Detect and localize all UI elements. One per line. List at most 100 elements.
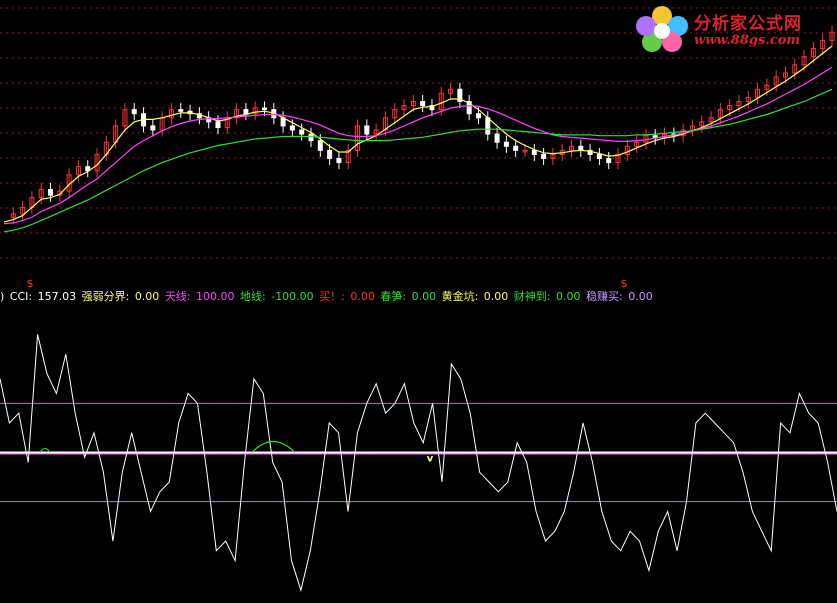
candle-body [578,145,584,151]
candle [448,82,454,100]
candle [364,119,370,141]
candle [615,147,621,170]
legend-upper-label: 天线: [164,290,195,303]
candle [345,143,351,170]
candle [457,82,463,108]
ma-long-line [3,66,833,225]
candle [178,103,184,118]
candle [494,127,500,149]
legend-pit-value: 0.00 [483,290,509,303]
candle [503,135,509,153]
candle [606,152,612,170]
legend-buy-value: 0.00 [350,290,375,303]
candle [773,70,779,92]
candle-body [131,109,137,115]
candle [355,119,361,157]
site-logo: 分析家公式网 www.88gs.com [632,2,837,54]
candle [513,139,519,157]
legend-buy-label: 买！: [319,290,349,303]
candle-body [420,100,426,107]
legend-upper-value: 100.00 [196,290,235,303]
candle [10,207,16,224]
candle [689,119,695,137]
legend-boundary-label: 强弱分界: [81,290,133,303]
candle-body [596,153,602,160]
candle [234,103,240,125]
candle-body [308,133,314,142]
candle-body [289,125,295,131]
candle [20,200,26,221]
candle [206,111,212,129]
ma-longest-line [3,88,833,233]
candle [252,101,258,121]
legend-steady-label: 稳赚买: [586,290,627,303]
legend-lower-value: -100.00 [271,290,314,303]
cci-panel [0,334,837,593]
legend-spring-label: 春笋: [380,290,410,303]
legend-wealth-value: 0.00 [556,290,581,303]
candle [634,135,640,153]
candle-body [513,145,519,151]
spring-signal-arc [251,440,296,453]
candle-body [494,133,500,143]
candle-body [243,109,249,115]
candle-body [215,121,221,129]
candle [150,119,156,137]
candle [420,94,426,113]
legend-cci-value: 157.03 [37,290,77,303]
candle-body [485,117,491,135]
flower-logo-icon [636,6,688,52]
candle [578,139,584,157]
candle [131,103,137,121]
moving-average-lines [3,45,833,233]
candle [652,129,658,145]
candle-body [178,109,184,112]
candle [373,123,379,141]
candle [745,90,751,108]
candle [755,82,761,104]
legend-lower-label: 地线: [240,290,270,303]
candle [299,123,305,141]
candle-body [299,129,305,135]
candle-body [503,141,509,147]
candle-body [475,113,481,119]
candle [168,103,174,125]
candle [308,127,314,148]
candle [336,152,342,170]
candle [596,147,602,166]
candle-body [531,149,537,155]
legend-prefix: ) [0,290,5,303]
legend-cci-label: CCI: [9,290,36,303]
pit-signal-marker: v [427,454,434,465]
candle-body [48,188,54,196]
candle [569,139,575,157]
candle [485,111,491,141]
candle [29,191,35,214]
legend-steady-value: 0.00 [628,290,653,303]
chart-stage: $ $ v 分析家公式网 www.88gs.com ) CCI: 157.03 强弱… [0,0,837,603]
candle [103,135,109,161]
legend-spring-value: 0.00 [411,290,437,303]
candle-body [541,153,547,160]
candle [466,94,472,121]
candle-body [606,158,612,164]
candle-body [327,149,333,160]
candle [717,103,723,125]
candle [224,111,230,135]
candle-body [261,107,267,111]
candle [85,160,91,178]
candlestick-series [10,25,835,224]
candle-body [336,158,342,164]
candle [48,182,54,202]
cci-line [0,334,837,593]
legend-boundary-value: 0.00 [134,290,160,303]
candle [541,147,547,166]
candle [280,111,286,133]
logo-url: www.88gs.com [694,33,801,48]
candle-body [150,125,156,131]
indicator-legend: ) CCI: 157.03 强弱分界: 0.00 天线: 100.00 地线: … [0,289,655,305]
candle [243,103,249,121]
legend-pit-label: 黄金坑: [441,290,482,303]
legend-wealth-label: 财神到: [513,290,554,303]
ma-mid-line [3,45,833,223]
